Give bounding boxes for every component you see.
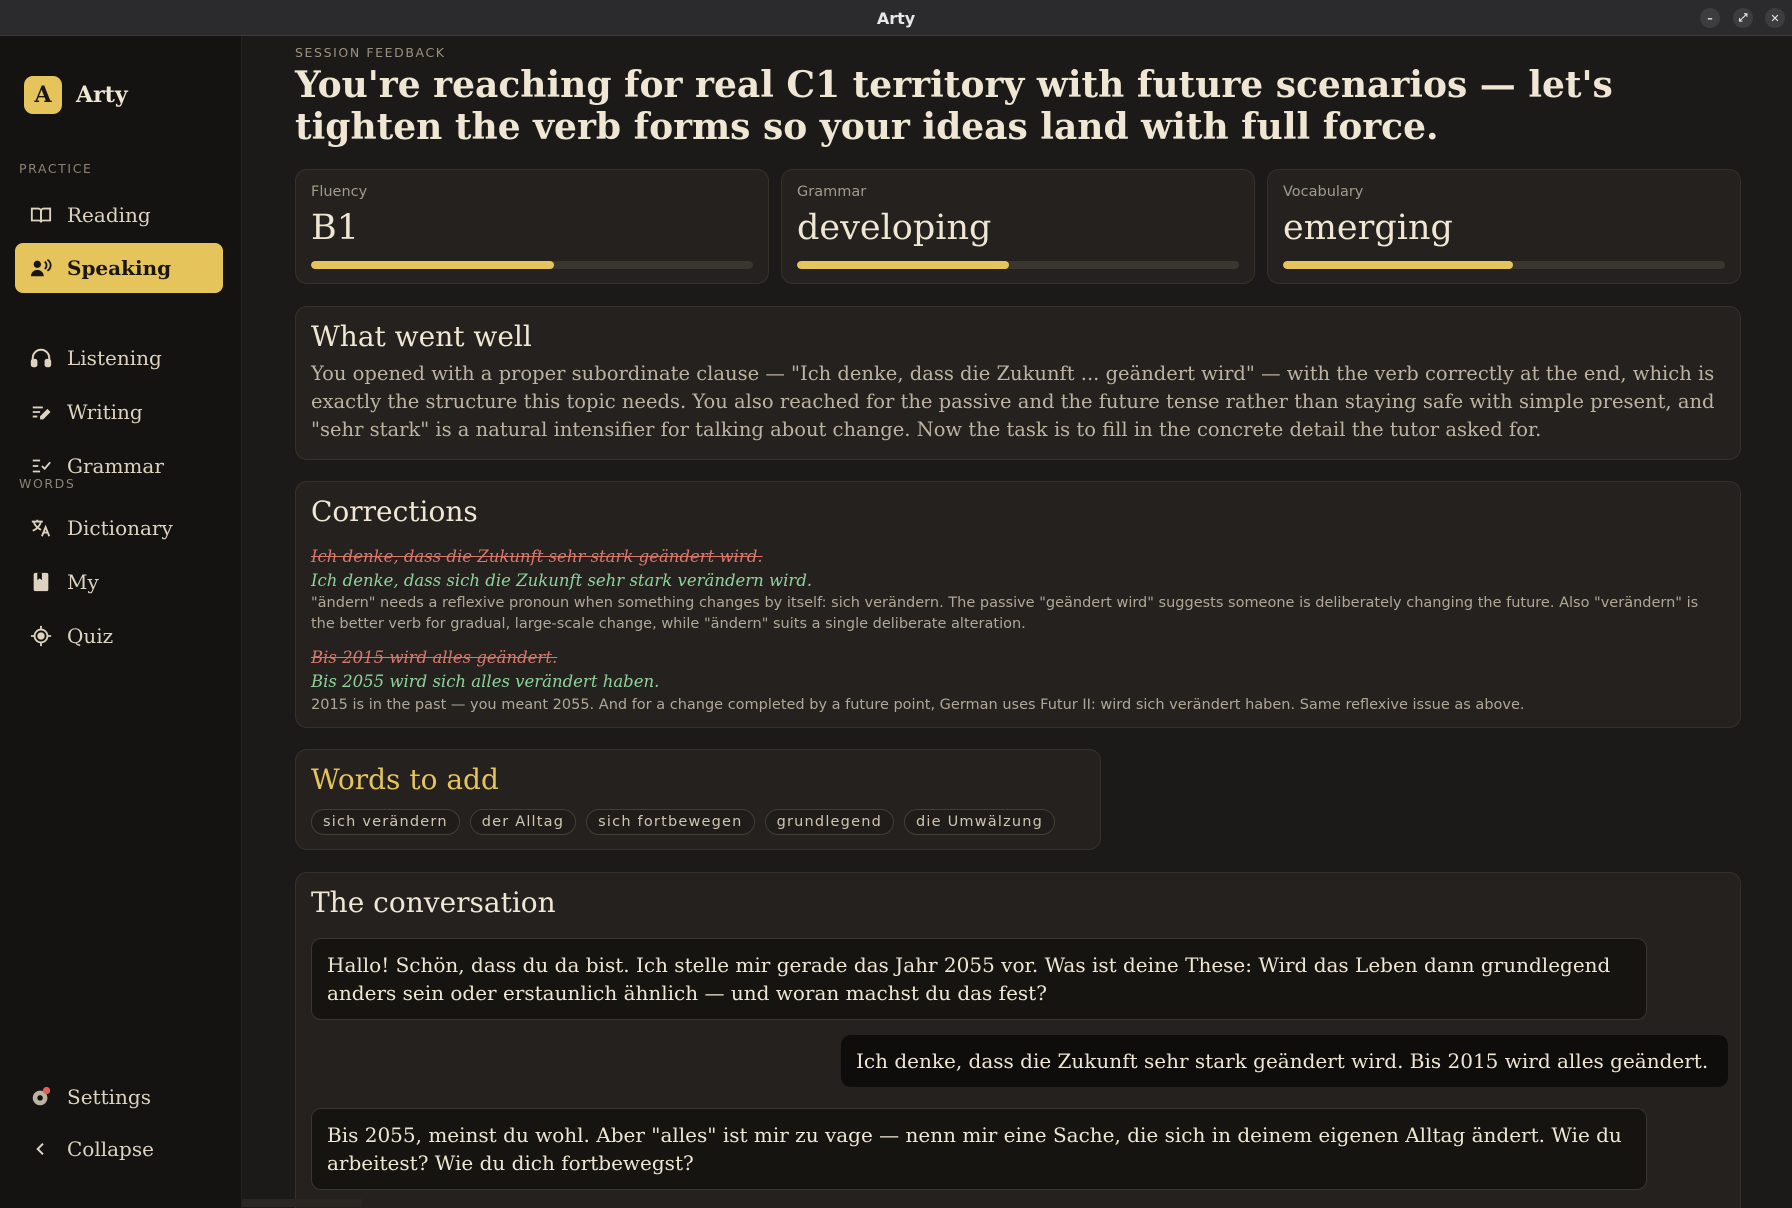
corrections-title: Corrections: [311, 495, 478, 528]
metric-value: B1: [311, 208, 359, 248]
session-feedback-eyebrow: SESSION FEEDBACK: [295, 45, 446, 60]
sidebar-item-label: My: [67, 570, 99, 594]
sidebar-item-label: Grammar: [67, 454, 164, 478]
sidebar-item-label: Writing: [67, 400, 143, 424]
sidebar-item-writing[interactable]: Writing: [15, 387, 223, 437]
metric-label: Vocabulary: [1283, 184, 1364, 200]
practice-section-label: PRACTICE: [19, 161, 93, 176]
tutor-message: Bis 2055, meinst du wohl. Aber "alles" i…: [311, 1108, 1647, 1190]
sidebar-item-label: Dictionary: [67, 516, 173, 540]
correction-fixed: Ich denke, dass sich die Zukunft sehr st…: [311, 571, 813, 590]
what-went-well-title: What went well: [311, 320, 532, 353]
translate-icon: [29, 516, 53, 540]
horizontal-scrollbar[interactable]: [242, 1199, 362, 1207]
target-icon: [29, 624, 53, 648]
close-button[interactable]: ✕: [1765, 8, 1785, 28]
pen-lines-icon: [29, 400, 53, 424]
word-chip[interactable]: die Umwälzung: [904, 809, 1056, 835]
progress-fill: [1283, 261, 1513, 269]
word-chip[interactable]: grundlegend: [764, 809, 894, 835]
brand[interactable]: A Arty: [24, 76, 128, 114]
main-content: SESSION FEEDBACK You're reaching for rea…: [242, 36, 1792, 1208]
conversation-card: The conversation Hallo! Schön, dass du d…: [295, 872, 1741, 1208]
page-title: You're reaching for real C1 territory wi…: [295, 64, 1613, 148]
title-bar: Arty – ⤢ ✕: [0, 0, 1792, 36]
sidebar-item-listening[interactable]: Listening: [15, 333, 223, 383]
sidebar-item-label: Speaking: [67, 256, 172, 280]
speaking-person-icon: [29, 256, 53, 280]
collapse-button[interactable]: Collapse: [15, 1124, 223, 1174]
brand-logo: A: [24, 76, 62, 114]
word-chip-list: sich verändern der Alltag sich fortbeweg…: [311, 809, 1056, 835]
headphones-icon: [29, 346, 53, 370]
bookmark-book-icon: [29, 570, 53, 594]
correction-fixed: Bis 2055 wird sich alles verändert haben…: [311, 672, 660, 691]
metric-value: developing: [797, 208, 992, 248]
metric-card-grammar: Grammar developing: [781, 169, 1255, 284]
word-chip[interactable]: sich verändern: [311, 809, 460, 835]
progress-track: [797, 261, 1239, 269]
sidebar-item-my[interactable]: My: [15, 557, 223, 607]
sidebar-item-label: Listening: [67, 346, 162, 370]
conversation-title: The conversation: [311, 886, 556, 919]
collapse-label: Collapse: [67, 1137, 154, 1161]
words-to-add-title: Words to add: [311, 763, 499, 796]
checklist-icon: [29, 454, 53, 478]
corrections-card: Corrections Ich denke, dass die Zukunft …: [295, 481, 1741, 728]
sidebar-item-settings[interactable]: Settings: [15, 1072, 223, 1122]
sidebar-item-label: Settings: [67, 1085, 151, 1109]
metric-label: Grammar: [797, 184, 867, 200]
what-went-well-card: What went well You opened with a proper …: [295, 306, 1741, 460]
sidebar-item-dictionary[interactable]: Dictionary: [15, 503, 223, 553]
sidebar-item-label: Reading: [67, 203, 151, 227]
chevron-left-icon: [29, 1137, 53, 1161]
metric-card-fluency: Fluency B1: [295, 169, 769, 284]
user-message: Ich denke, dass die Zukunft sehr stark g…: [841, 1035, 1728, 1087]
maximize-button[interactable]: ⤢: [1733, 8, 1753, 28]
tutor-message: Hallo! Schön, dass du da bist. Ich stell…: [311, 938, 1647, 1020]
correction-original: Bis 2015 wird alles geändert.: [311, 648, 558, 667]
word-chip[interactable]: der Alltag: [469, 809, 577, 835]
word-chip[interactable]: sich fortbewegen: [586, 809, 755, 835]
progress-track: [311, 261, 753, 269]
progress-fill: [797, 261, 1010, 269]
sidebar: A Arty PRACTICE Reading Speaking Listeni…: [0, 36, 242, 1208]
correction-explanation: "ändern" needs a reflexive pronoun when …: [311, 595, 1699, 632]
book-open-icon: [29, 203, 53, 227]
minimize-button[interactable]: –: [1700, 8, 1720, 28]
correction-explanation: 2015 is in the past — you meant 2055. An…: [311, 697, 1525, 713]
metric-label: Fluency: [311, 184, 368, 200]
window-title: Arty: [876, 9, 916, 28]
words-section-label: WORDS: [19, 476, 76, 491]
metric-card-vocabulary: Vocabulary emerging: [1267, 169, 1741, 284]
words-to-add-card: Words to add sich verändern der Alltag s…: [295, 749, 1101, 850]
sidebar-item-reading[interactable]: Reading: [15, 190, 223, 240]
sidebar-item-label: Quiz: [67, 624, 114, 648]
gear-icon: [29, 1085, 53, 1109]
progress-fill: [311, 261, 555, 269]
correction-original: Ich denke, dass die Zukunft sehr stark g…: [311, 547, 763, 566]
sidebar-item-speaking[interactable]: Speaking: [15, 243, 223, 293]
brand-name: Arty: [76, 82, 128, 108]
metric-value: emerging: [1283, 208, 1453, 248]
what-went-well-text: You opened with a proper subordinate cla…: [311, 362, 1715, 441]
sidebar-item-quiz[interactable]: Quiz: [15, 611, 223, 661]
progress-track: [1283, 261, 1725, 269]
